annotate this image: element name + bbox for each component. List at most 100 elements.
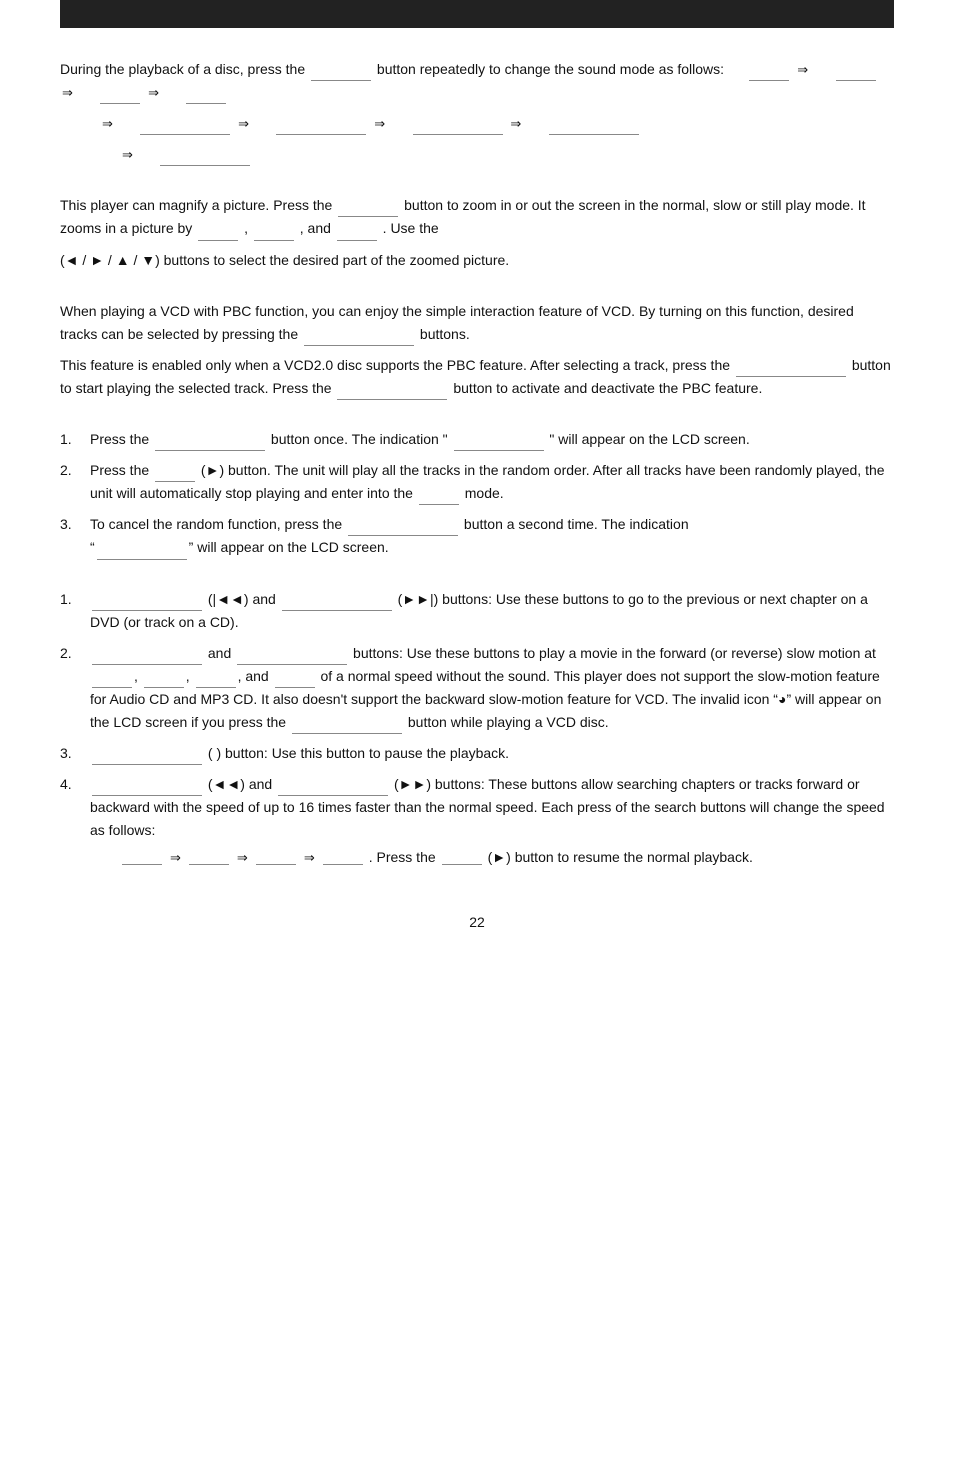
page-container: During the playback of a disc, press the… [0, 0, 954, 1475]
blank5 [140, 121, 230, 135]
header-bar [60, 0, 894, 28]
pbc-section: When playing a VCD with PBC function, yo… [60, 300, 894, 400]
arrow8: ⇒ [122, 144, 133, 165]
zoom-comma1: , [244, 220, 248, 236]
playback-item-3: 3. ( ) button: Use this button to pause … [60, 742, 894, 765]
playback-num-3: 3. [60, 742, 90, 765]
pb-blank8 [275, 674, 315, 688]
random-item-2: 2. Press the (►) button. The unit will p… [60, 459, 894, 505]
blank7 [413, 121, 503, 135]
sound-mode-para1: During the playback of a disc, press the… [60, 58, 894, 104]
arrow4: ⇒ [102, 113, 113, 134]
sound-mode-text2: button repeatedly to change the sound mo… [377, 61, 724, 77]
zoom-text4: . Use the [383, 220, 439, 236]
random-blank3 [155, 468, 195, 482]
random-num-2: 2. [60, 459, 90, 505]
pb-blank7 [196, 674, 236, 688]
playback-item-1: 1. (|◄◄) and (►►|) buttons: Use these bu… [60, 588, 894, 634]
arrow1: ⇒ [797, 59, 808, 80]
pb-blank10 [92, 751, 202, 765]
random-blank1 [155, 437, 265, 451]
playback-list: 1. (|◄◄) and (►►|) buttons: Use these bu… [60, 588, 894, 874]
sound-mode-para3: ⇒ [120, 143, 894, 166]
zoom-blank3 [337, 227, 377, 241]
random-list: 1. Press the button once. The indication… [60, 428, 894, 559]
arrow3: ⇒ [148, 82, 159, 103]
speed-blank2 [189, 851, 229, 865]
playback-item-4: 4. (◄◄) and (►►) buttons: These buttons … [60, 773, 894, 873]
playback-content-1: (|◄◄) and (►►|) buttons: Use these butto… [90, 588, 894, 634]
speed-blank1 [122, 851, 162, 865]
pb-blank11 [92, 782, 202, 796]
zoom-para2: (◄ / ► / ▲ / ▼) buttons to select the de… [60, 249, 894, 272]
sound-mode-text1: During the playback of a disc, press the [60, 61, 305, 77]
speed-arrow1: ⇒ [170, 847, 181, 868]
sound-mode-section: During the playback of a disc, press the… [60, 58, 894, 166]
playback-num-4: 4. [60, 773, 90, 873]
playback-content-4: (◄◄) and (►►) buttons: These buttons all… [90, 773, 894, 873]
pb-blank2 [282, 597, 392, 611]
playback-item-2: 2. and buttons: Use these buttons to pla… [60, 642, 894, 734]
page-number: 22 [60, 914, 894, 930]
arrow2: ⇒ [62, 82, 73, 103]
pbc-blank2 [736, 363, 846, 377]
speed-arrow3: ⇒ [304, 847, 315, 868]
zoom-section: This player can magnify a picture. Press… [60, 194, 894, 271]
pb-blank12 [278, 782, 388, 796]
zoom-para: This player can magnify a picture. Press… [60, 194, 894, 240]
zoom-text5: (◄ / ► / ▲ / ▼) buttons to select the de… [60, 252, 509, 268]
pb-blank4 [237, 651, 347, 665]
arrow7: ⇒ [510, 113, 521, 134]
random-section: 1. Press the button once. The indication… [60, 428, 894, 559]
playback-content-3: ( ) button: Use this button to pause the… [90, 742, 894, 765]
zoom-blank1 [198, 227, 238, 241]
pb-blank9 [292, 720, 402, 734]
speed-blank4 [323, 851, 363, 865]
pb-blank1 [92, 597, 202, 611]
playback-section: 1. (|◄◄) and (►►|) buttons: Use these bu… [60, 588, 894, 874]
blank3 [100, 90, 140, 104]
blank4 [186, 90, 226, 104]
playback-content-2: and buttons: Use these buttons to play a… [90, 642, 894, 734]
blank8 [549, 121, 639, 135]
random-num-3: 3. [60, 513, 90, 559]
arrow5: ⇒ [238, 113, 249, 134]
blank1 [749, 67, 789, 81]
random-content-2: Press the (►) button. The unit will play… [90, 459, 894, 505]
pbc-text1-end: buttons. [420, 326, 470, 342]
speed-arrow2: ⇒ [237, 847, 248, 868]
zoom-text3: , and [300, 220, 331, 236]
random-item-3: 3. To cancel the random function, press … [60, 513, 894, 559]
random-blank4 [419, 491, 459, 505]
random-item-1: 1. Press the button once. The indication… [60, 428, 894, 451]
sound-mode-button-blank [311, 67, 371, 81]
pbc-para1: When playing a VCD with PBC function, yo… [60, 300, 894, 346]
blank9 [160, 152, 250, 166]
random-content-3: To cancel the random function, press the… [90, 513, 894, 559]
pb-blank5 [92, 674, 132, 688]
random-content-1: Press the button once. The indication " … [90, 428, 894, 451]
blank6 [276, 121, 366, 135]
pb-blank3 [92, 651, 202, 665]
playback-num-2: 2. [60, 642, 90, 734]
zoom-button-blank [338, 203, 398, 217]
blank2 [836, 67, 876, 81]
pbc-text2: This feature is enabled only when a VCD2… [60, 357, 730, 373]
sound-mode-para2: ⇒ ⇒ ⇒ ⇒ [100, 112, 894, 135]
random-blank2 [454, 437, 544, 451]
speed-arrows-row: ⇒ ⇒ ⇒ . Press the (►) button to resume t… [120, 846, 894, 869]
random-blank6 [97, 546, 187, 560]
pbc-text2-end: button to activate and deactivate the PB… [453, 380, 762, 396]
pbc-blank1 [304, 332, 414, 346]
playback-num-1: 1. [60, 588, 90, 634]
arrow6: ⇒ [374, 113, 385, 134]
random-num-1: 1. [60, 428, 90, 451]
speed-blank3 [256, 851, 296, 865]
random-blank5 [348, 522, 458, 536]
zoom-blank2 [254, 227, 294, 241]
speed-blank5 [442, 851, 482, 865]
zoom-text1: This player can magnify a picture. Press… [60, 197, 332, 213]
pbc-blank3 [337, 386, 447, 400]
pbc-para2: This feature is enabled only when a VCD2… [60, 354, 894, 400]
pb-blank6 [144, 674, 184, 688]
